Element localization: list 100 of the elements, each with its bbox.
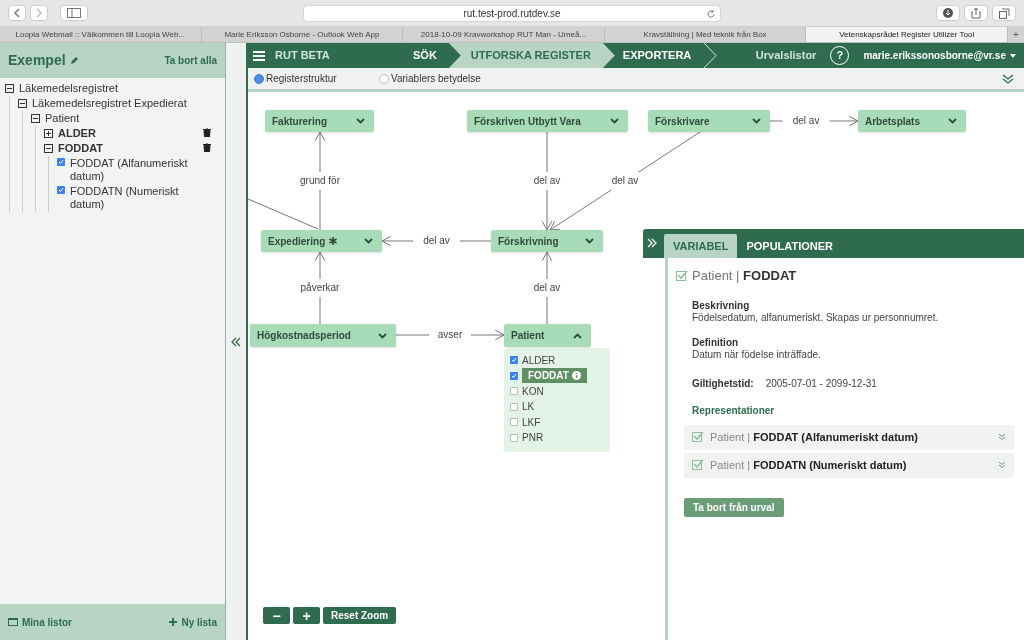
tree-item[interactable]: Läkemedelsregistret Expedierat bbox=[32, 97, 211, 110]
checkbox[interactable] bbox=[510, 402, 518, 411]
address-bar[interactable]: rut.test-prod.rutdev.se bbox=[303, 4, 721, 22]
trash-icon[interactable] bbox=[203, 143, 211, 152]
variable-title: Patient | FODDAT bbox=[692, 267, 797, 285]
connector-label: del av bbox=[611, 175, 639, 187]
representation-row[interactable]: Patient | FODDAT (Alfanumeriskt datum) bbox=[684, 424, 1014, 450]
variable-item[interactable]: LK bbox=[522, 399, 535, 415]
checkbox-checked-icon bbox=[676, 269, 688, 282]
back-button[interactable] bbox=[8, 5, 26, 21]
caret-icon bbox=[1010, 53, 1016, 58]
section-heading: Representationer bbox=[692, 403, 776, 418]
my-lists-link[interactable]: Mina listor bbox=[8, 614, 72, 630]
checkbox[interactable] bbox=[57, 158, 65, 166]
checkbox[interactable] bbox=[510, 387, 518, 396]
nav-step[interactable]: SÖK bbox=[403, 43, 451, 68]
tree-item[interactable]: Läkemedelsregistret bbox=[19, 82, 211, 95]
forward-icon bbox=[36, 8, 43, 18]
checkbox[interactable] bbox=[510, 433, 518, 442]
connector-label: påverkar bbox=[300, 282, 340, 294]
entity-node[interactable]: Fakturering bbox=[265, 110, 374, 132]
nav-step[interactable]: EXPORTERA bbox=[612, 43, 706, 68]
checkbox[interactable] bbox=[57, 186, 65, 194]
collapse-icon[interactable] bbox=[18, 99, 27, 108]
entity-node[interactable]: Patient bbox=[504, 324, 591, 347]
browser-tab[interactable]: Vetenskapsrådet Register Utilizer Tool bbox=[806, 27, 1008, 42]
connector-label: avser bbox=[437, 329, 463, 341]
connector-label: del av bbox=[533, 282, 561, 294]
expand-down-icon[interactable] bbox=[998, 461, 1006, 469]
variable-item[interactable]: KON bbox=[522, 383, 544, 399]
checkbox-checked-icon[interactable] bbox=[692, 431, 704, 443]
nav-step[interactable]: UTFORSKA REGISTER bbox=[448, 43, 615, 68]
variable-item[interactable]: ALDER bbox=[522, 352, 556, 368]
sidebar-toggle-button[interactable] bbox=[60, 5, 88, 21]
tabs-overview-button[interactable] bbox=[992, 5, 1016, 21]
entity-node[interactable]: Förskrivare bbox=[648, 110, 770, 132]
collapse-icon[interactable] bbox=[44, 144, 53, 153]
section-text: Datum när födelse inträffade. bbox=[692, 348, 822, 361]
entity-node[interactable]: Arbetsplats bbox=[858, 110, 966, 132]
list-icon bbox=[8, 618, 18, 626]
checkbox[interactable] bbox=[510, 371, 518, 380]
step-chevron-icon bbox=[703, 43, 718, 68]
validity-value: 2005-07-01 - 2099-12-31 bbox=[765, 376, 877, 391]
tree-item[interactable]: Patient bbox=[45, 112, 211, 125]
section-heading: Beskrivning bbox=[692, 299, 751, 312]
connector-label: grund för bbox=[300, 175, 340, 187]
representation-row[interactable]: Patient | FODDATN (Numeriskt datum) bbox=[684, 452, 1014, 478]
connector-label: del av bbox=[423, 235, 450, 247]
panel-tab[interactable]: VARIABEL bbox=[664, 234, 738, 258]
new-tab-button[interactable]: + bbox=[1007, 27, 1024, 42]
radio-option[interactable]: Registerstruktur bbox=[254, 71, 379, 86]
selection-lists-link[interactable]: Urvalslistor bbox=[755, 47, 817, 64]
tree-item[interactable]: FODDAT bbox=[58, 142, 198, 155]
zoom-in-button[interactable]: + bbox=[293, 607, 320, 624]
entity-node[interactable]: Förskriven Utbytt Vara bbox=[467, 110, 628, 132]
download-button[interactable] bbox=[936, 5, 960, 21]
collapse-icon[interactable] bbox=[31, 114, 40, 123]
tree-item[interactable]: ALDER bbox=[58, 127, 198, 140]
user-menu[interactable]: marie.erikssonosborne@vr.se bbox=[863, 48, 1016, 63]
menu-icon[interactable] bbox=[253, 50, 265, 61]
share-icon bbox=[971, 7, 981, 19]
section-text: Födelsedatum, alfanumeriskt. Skapas ur personnumret. bbox=[692, 311, 940, 324]
variable-item[interactable]: PNR bbox=[522, 430, 544, 446]
validity-label: Giltighetstid: bbox=[692, 376, 754, 391]
checkbox[interactable] bbox=[510, 356, 518, 365]
sidebar-icon bbox=[67, 8, 81, 18]
brand-name: RUT BETA bbox=[275, 48, 331, 64]
reload-icon[interactable] bbox=[706, 8, 716, 19]
reset-zoom-button[interactable]: Reset Zoom bbox=[323, 607, 397, 624]
tree-item[interactable]: FODDATN (Numeriskt datum) bbox=[70, 185, 211, 211]
checkbox[interactable] bbox=[510, 418, 518, 427]
section-heading: Definition bbox=[692, 336, 740, 349]
radio-option[interactable]: Variablers betydelse bbox=[379, 71, 481, 86]
pencil-icon[interactable] bbox=[69, 56, 79, 65]
trash-icon[interactable] bbox=[203, 128, 211, 137]
panel-tab[interactable]: POPULATIONER bbox=[737, 234, 842, 258]
variable-item[interactable]: FODDAT bbox=[522, 368, 587, 384]
expand-down-icon[interactable] bbox=[998, 433, 1006, 441]
download-icon bbox=[943, 8, 953, 18]
connector-label: del av bbox=[792, 115, 820, 127]
variable-item[interactable]: LKF bbox=[522, 414, 541, 430]
tabs-icon bbox=[998, 7, 1010, 19]
connector-label: del av bbox=[533, 175, 561, 187]
back-icon bbox=[13, 8, 20, 18]
tree-item[interactable]: FODDAT (Alfanumeriskt datum) bbox=[70, 157, 211, 183]
entity-node[interactable]: Expediering bbox=[261, 230, 382, 252]
expand-icon[interactable] bbox=[44, 129, 53, 138]
plus-icon bbox=[169, 618, 178, 626]
entity-node[interactable]: Förskrivning bbox=[491, 230, 603, 252]
expand-down-icon[interactable] bbox=[1002, 72, 1014, 85]
collapse-icon[interactable] bbox=[5, 84, 14, 93]
entity-node[interactable]: Högkostnadsperiod bbox=[250, 324, 396, 347]
zoom-out-button[interactable]: − bbox=[263, 607, 290, 624]
info-icon[interactable] bbox=[571, 371, 581, 381]
collapse-left-icon[interactable] bbox=[231, 336, 241, 347]
list-title: Exempel bbox=[8, 51, 66, 70]
checkbox-checked-icon[interactable] bbox=[692, 459, 704, 471]
remove-all-link[interactable]: Ta bort alla bbox=[164, 53, 217, 68]
expand-right-icon[interactable] bbox=[647, 238, 657, 248]
new-list-link[interactable]: Ny lista bbox=[169, 614, 217, 630]
